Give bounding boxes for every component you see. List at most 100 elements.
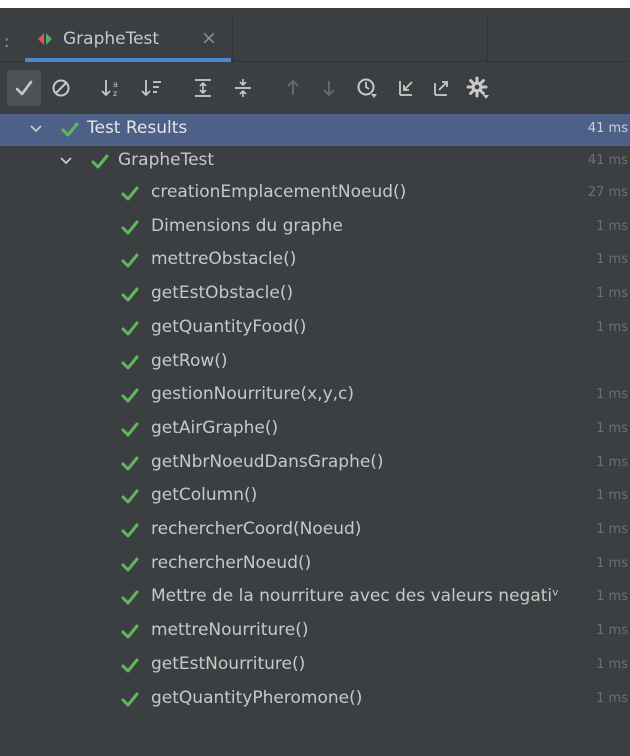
test-duration: 1 ms [596, 488, 628, 504]
arrow-up-icon [287, 79, 299, 95]
previous-failed-button[interactable] [276, 70, 310, 106]
test-duration: 1 ms [596, 690, 628, 706]
test-row[interactable]: getQuantityFood() 1 ms [0, 313, 630, 345]
test-history-button[interactable] [350, 70, 384, 106]
test-row[interactable]: creationEmplacementNoeud() 27 ms [0, 178, 630, 210]
test-label: getAirGraphe() [151, 417, 279, 438]
test-row[interactable]: rechercherNoeud() 1 ms [0, 549, 630, 581]
test-row[interactable]: getEstNourriture() 1 ms [0, 650, 630, 682]
export-icon [434, 81, 448, 96]
check-icon [121, 590, 139, 605]
test-row[interactable]: gestionNourriture(x,y,c) 1 ms [0, 380, 630, 412]
test-row[interactable]: rechercherCoord(Noeud) 1 ms [0, 515, 630, 547]
ignored-icon [52, 79, 70, 97]
tab-divider [487, 16, 488, 62]
test-duration: 1 ms [596, 319, 628, 335]
check-icon [121, 456, 139, 471]
check-icon [121, 422, 139, 437]
test-duration: 1 ms [596, 454, 628, 470]
test-row[interactable]: getColumn() 1 ms [0, 481, 630, 513]
test-label: rechercherCoord(Noeud) [151, 519, 362, 539]
test-row[interactable]: getQuantityPheromone() 1 ms [0, 684, 630, 716]
suite-duration: 41 ms [587, 153, 628, 168]
check-icon [121, 220, 139, 235]
test-duration: 1 ms [596, 286, 628, 302]
check-icon [121, 624, 139, 639]
expand-all-button[interactable] [186, 70, 220, 106]
sort-duration-icon [141, 80, 161, 97]
test-row[interactable]: getAirGraphe() 1 ms [0, 414, 630, 446]
test-duration: 1 ms [596, 420, 628, 436]
test-duration: 1 ms [596, 387, 628, 403]
test-runner-toolbar: a z [0, 62, 630, 114]
check-icon [121, 388, 139, 403]
check-icon [15, 80, 33, 96]
tab-graphetest[interactable]: GrapheTest × [25, 16, 231, 62]
test-row[interactable]: mettreNourriture() 1 ms [0, 616, 630, 648]
sort-duration-button[interactable] [135, 70, 169, 106]
test-label: getRow() [151, 350, 228, 371]
svg-text:a: a [113, 80, 118, 89]
test-label: Mettre de la nourriture avec des valeurs… [151, 586, 560, 607]
chevron-down-icon[interactable] [59, 154, 73, 168]
tree-suite-row[interactable]: GrapheTest 41 ms [0, 146, 630, 178]
test-label: gestionNourriture(x,y,c) [151, 384, 355, 405]
check-icon [121, 557, 139, 572]
suite-label: GrapheTest [118, 150, 215, 170]
check-icon [121, 658, 139, 673]
test-results-tree: Test Results 41 ms GrapheTest 41 ms crea… [0, 114, 630, 756]
test-row[interactable]: getRow() [0, 347, 630, 379]
tree-root-row[interactable]: Test Results 41 ms [0, 114, 630, 146]
sort-alpha-button[interactable]: a z [95, 70, 129, 106]
test-row[interactable]: getEstObstacle() 1 ms [0, 279, 630, 311]
test-label: mettreObstacle() [151, 249, 297, 270]
test-label: rechercherNoeud() [151, 552, 312, 573]
import-tests-button[interactable] [389, 70, 423, 106]
check-icon [121, 355, 139, 369]
check-icon [121, 692, 139, 706]
show-ignored-button[interactable] [44, 70, 78, 106]
show-passed-button[interactable] [7, 70, 41, 106]
test-duration: 1 ms [596, 522, 628, 537]
test-duration: 1 ms [596, 218, 628, 234]
collapse-all-button[interactable] [226, 70, 260, 106]
window-top-strip [0, 0, 630, 8]
test-row[interactable]: Mettre de la nourriture avec des valeurs… [0, 582, 630, 614]
test-row[interactable]: mettreObstacle() 1 ms [0, 245, 630, 277]
check-icon [121, 287, 139, 302]
gear-icon [466, 76, 489, 99]
tab-bar: : GrapheTest × [0, 8, 630, 62]
arrow-down-icon [323, 81, 335, 97]
test-label: creationEmplacementNoeud() [151, 182, 407, 202]
next-failed-button[interactable] [312, 70, 346, 106]
root-label: Test Results [87, 118, 188, 138]
test-label: getEstObstacle() [151, 283, 294, 304]
test-duration: 1 ms [596, 555, 628, 571]
collapse-all-icon [235, 79, 251, 97]
check-icon [121, 186, 139, 201]
export-tests-button[interactable] [424, 70, 458, 106]
tab-separator: : [4, 32, 10, 51]
test-row[interactable]: getNbrNoeudDansGraphe() 1 ms [0, 448, 630, 480]
close-icon[interactable]: × [201, 27, 217, 49]
settings-button[interactable] [461, 70, 495, 106]
run-config-icon [37, 31, 53, 47]
test-label: getColumn() [151, 485, 258, 506]
test-duration: 1 ms [596, 656, 628, 672]
check-icon [61, 122, 79, 137]
test-duration: 27 ms [587, 185, 628, 200]
chevron-down-icon[interactable] [29, 122, 43, 136]
check-icon [121, 253, 139, 268]
tab-label: GrapheTest [63, 29, 160, 49]
expand-all-icon [195, 79, 211, 97]
history-icon [357, 78, 377, 98]
tab-divider [232, 16, 233, 62]
test-row[interactable]: Dimensions du graphe 1 ms [0, 212, 630, 244]
svg-text:z: z [113, 89, 117, 98]
root-duration: 41 ms [587, 121, 628, 136]
test-duration: 1 ms [596, 589, 628, 605]
check-icon [121, 321, 139, 336]
import-icon [399, 81, 413, 96]
check-icon [91, 154, 109, 169]
check-icon [121, 489, 139, 504]
